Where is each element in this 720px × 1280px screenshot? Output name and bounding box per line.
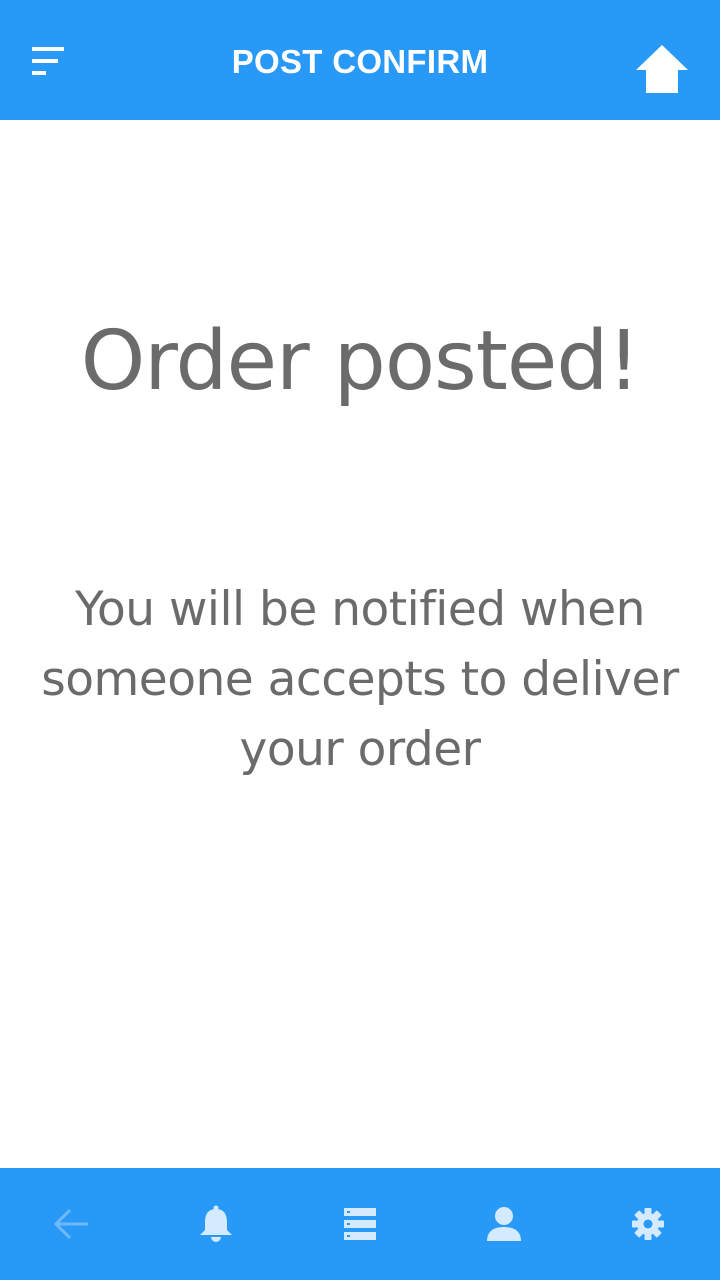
bell-icon bbox=[200, 1205, 232, 1242]
home-icon bbox=[636, 45, 688, 93]
confirmation-headline: Order posted! bbox=[80, 314, 641, 409]
gear-icon bbox=[632, 1208, 664, 1240]
confirmation-content: Order posted! You will be notified when … bbox=[0, 120, 720, 1168]
nav-orders-button[interactable] bbox=[295, 1168, 425, 1280]
menu-button[interactable] bbox=[22, 40, 74, 84]
nav-back-button[interactable] bbox=[7, 1168, 137, 1280]
top-app-bar: POST CONFIRM bbox=[0, 0, 720, 120]
nav-notifications-button[interactable] bbox=[151, 1168, 281, 1280]
list-icon bbox=[344, 1208, 376, 1240]
nav-profile-button[interactable] bbox=[439, 1168, 569, 1280]
back-arrow-icon bbox=[53, 1208, 88, 1240]
nav-settings-button[interactable] bbox=[583, 1168, 713, 1280]
bottom-navigation bbox=[0, 1168, 720, 1280]
user-icon bbox=[487, 1207, 521, 1241]
home-button[interactable] bbox=[632, 42, 692, 98]
page-title: POST CONFIRM bbox=[231, 43, 489, 80]
menu-icon bbox=[32, 47, 64, 75]
notification-message: You will be notified when someone accept… bbox=[41, 582, 679, 777]
